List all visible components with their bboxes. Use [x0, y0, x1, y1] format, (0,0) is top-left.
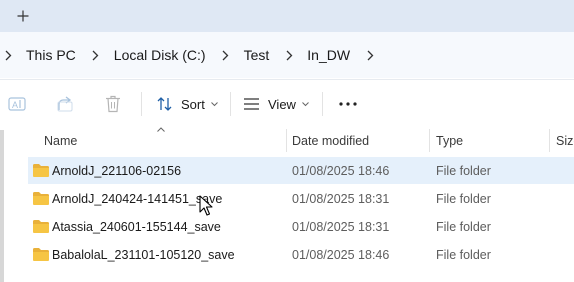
column-header-type[interactable]: Type	[436, 127, 463, 154]
sort-icon	[157, 97, 172, 111]
file-row[interactable]: Atassia_240601-155144_save 01/08/2025 18…	[28, 213, 574, 240]
breadcrumb-item-test[interactable]: Test	[240, 47, 274, 63]
column-divider[interactable]	[549, 129, 550, 152]
file-name[interactable]: Atassia_240601-155144_save	[52, 213, 221, 240]
chevron-down-icon	[302, 101, 309, 106]
file-date-modified: 01/08/2025 18:46	[292, 163, 390, 178]
toolbar-divider	[141, 92, 142, 116]
view-button[interactable]: View	[243, 80, 309, 128]
file-type: File folder	[436, 219, 491, 234]
command-bar: A Sort View	[0, 79, 574, 129]
file-name[interactable]: ArnoldJ_221106-02156	[52, 157, 181, 184]
column-header-row: Name Date modified Type Size	[0, 127, 574, 154]
tab-strip	[0, 0, 574, 32]
chevron-right-icon[interactable]	[281, 32, 297, 78]
file-type: File folder	[436, 163, 491, 178]
folder-icon	[33, 220, 49, 233]
trash-icon	[106, 95, 120, 113]
chevron-right-icon[interactable]	[0, 32, 16, 78]
column-header-size[interactable]: Size	[556, 127, 574, 154]
svg-text:A: A	[12, 100, 18, 110]
toolbar-divider	[230, 92, 231, 116]
file-row[interactable]: BabalolaL_231101-105120_save 01/08/2025 …	[28, 241, 574, 268]
breadcrumb-item-in-dw[interactable]: In_DW	[303, 47, 354, 63]
file-type: File folder	[436, 191, 491, 206]
column-divider[interactable]	[429, 129, 430, 152]
view-list-icon	[244, 98, 259, 110]
navigation-pane-edge	[0, 130, 4, 282]
toolbar-divider	[322, 92, 323, 116]
sort-ascending-icon	[157, 127, 165, 132]
share-icon	[57, 96, 73, 112]
file-type: File folder	[436, 247, 491, 262]
new-tab-button[interactable]	[10, 3, 36, 29]
folder-icon	[33, 164, 49, 177]
delete-button[interactable]	[105, 80, 121, 128]
breadcrumb: This PC Local Disk (C:) Test In_DW	[0, 32, 378, 78]
rename-icon: A	[8, 97, 26, 111]
column-divider[interactable]	[286, 129, 287, 152]
breadcrumb-item-this-pc[interactable]: This PC	[22, 47, 80, 63]
folder-icon	[33, 192, 49, 205]
file-name[interactable]: BabalolaL_231101-105120_save	[52, 241, 235, 268]
folder-icon	[33, 248, 49, 261]
file-row[interactable]: ArnoldJ_221106-02156 01/08/2025 18:46 Fi…	[28, 157, 574, 184]
address-bar: This PC Local Disk (C:) Test In_DW	[0, 32, 574, 78]
plus-icon	[17, 10, 29, 22]
mouse-pointer-icon	[199, 195, 213, 216]
column-header-date-modified[interactable]: Date modified	[292, 127, 369, 154]
chevron-right-icon[interactable]	[362, 32, 378, 78]
file-row[interactable]: ArnoldJ_240424-141451_save 01/08/2025 18…	[28, 185, 574, 212]
share-button[interactable]	[57, 80, 75, 128]
chevron-right-icon[interactable]	[218, 32, 234, 78]
column-header-name[interactable]: Name	[44, 127, 77, 154]
chevron-down-icon	[210, 101, 218, 106]
view-label: View	[268, 96, 296, 112]
sort-button[interactable]: Sort	[157, 80, 218, 128]
breadcrumb-item-local-disk[interactable]: Local Disk (C:)	[110, 47, 210, 63]
chevron-right-icon[interactable]	[88, 32, 104, 78]
file-date-modified: 01/08/2025 18:31	[292, 219, 390, 234]
sort-label: Sort	[181, 96, 205, 112]
file-date-modified: 01/08/2025 18:46	[292, 247, 390, 262]
rename-button[interactable]: A	[8, 80, 26, 128]
file-date-modified: 01/08/2025 18:31	[292, 191, 390, 206]
more-options-icon	[339, 102, 357, 106]
file-name[interactable]: ArnoldJ_240424-141451_save	[52, 185, 222, 212]
more-options-button[interactable]	[339, 80, 357, 128]
